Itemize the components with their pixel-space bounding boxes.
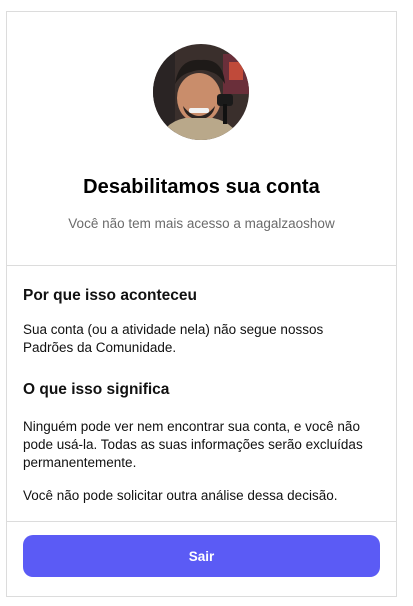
disabled-account-card: Desabilitamos sua conta Você não tem mai… bbox=[6, 11, 397, 597]
exit-button[interactable]: Sair bbox=[23, 535, 380, 577]
section-text-why: Sua conta (ou a atividade nela) não segu… bbox=[23, 322, 324, 355]
card-footer: Sair bbox=[7, 521, 396, 596]
page-title: Desabilitamos sua conta bbox=[83, 176, 320, 198]
section-text-meaning: Ninguém pode ver nem encontrar sua conta… bbox=[23, 419, 363, 470]
page-subtitle: Você não tem mais acesso a magalzaoshow bbox=[68, 216, 335, 231]
section-text-no-review: Você não pode solicitar outra análise de… bbox=[23, 488, 338, 503]
card-header: Desabilitamos sua conta Você não tem mai… bbox=[7, 12, 396, 266]
card-body: Por que isso aconteceu Sua conta (ou a a… bbox=[7, 266, 396, 524]
section-heading-why: Por que isso aconteceu bbox=[23, 287, 197, 304]
profile-photo-icon bbox=[153, 44, 249, 140]
profile-avatar bbox=[153, 44, 249, 140]
section-heading-meaning: O que isso significa bbox=[23, 381, 170, 398]
